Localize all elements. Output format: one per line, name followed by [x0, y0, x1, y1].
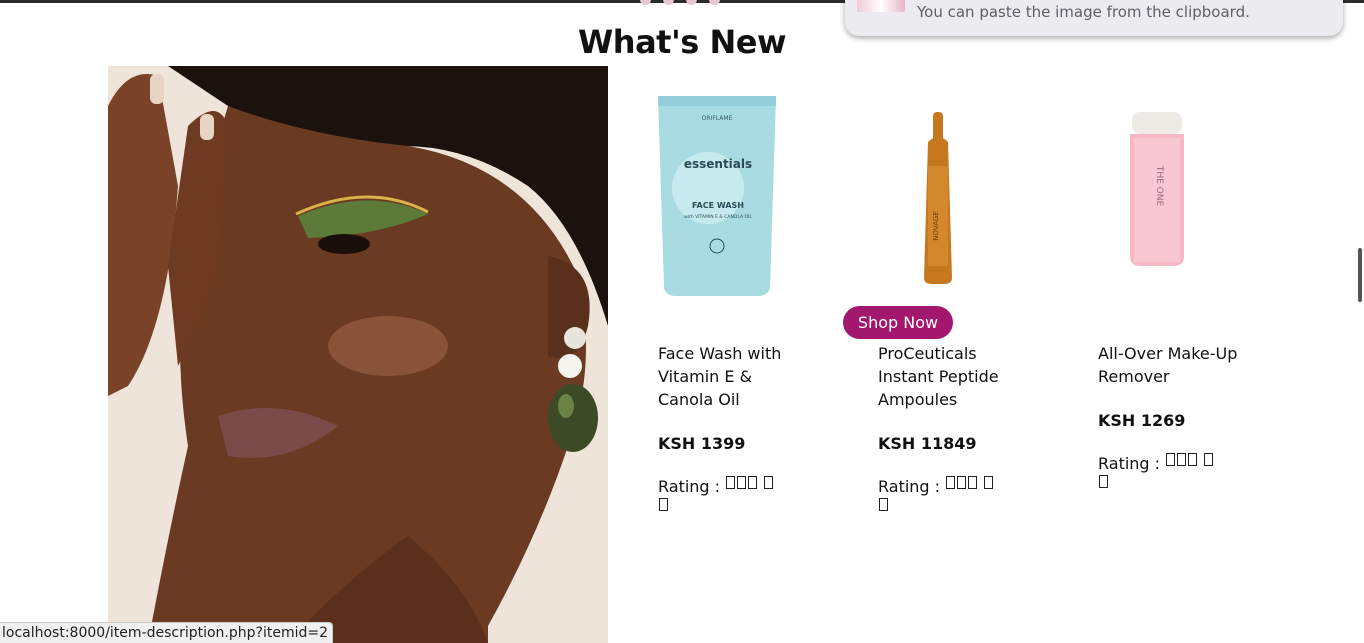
- product-image-face-wash[interactable]: ORIFLAME essentials FACE WASH with VITAM…: [658, 96, 818, 296]
- star-icon: [957, 476, 967, 489]
- star-icon: [1177, 453, 1187, 466]
- shop-now-button[interactable]: Shop Now: [843, 306, 953, 339]
- product-price: KSH 1399: [658, 434, 746, 453]
- star-icon: [968, 476, 978, 489]
- bottle-brand-text: THE ONE: [1154, 165, 1164, 207]
- tube-product-text: FACE WASH: [692, 201, 744, 210]
- star-icon: [946, 476, 956, 489]
- star-icon: [659, 498, 668, 511]
- rating-label: Rating :: [1098, 454, 1161, 473]
- product-price: KSH 1269: [1098, 411, 1186, 430]
- clipboard-thumbnail-icon: [857, 0, 905, 12]
- star-icon: [737, 476, 747, 489]
- product-card[interactable]: THE ONE All-Over Make-Up Remover KSH 126…: [1098, 96, 1258, 497]
- star-icon: [1188, 453, 1198, 466]
- star-icon: [1204, 453, 1214, 466]
- product-name[interactable]: Face Wash with Vitamin E & Canola Oil: [658, 342, 798, 411]
- status-bar-url: localhost:8000/item-description.php?item…: [0, 622, 333, 643]
- product-rating: Rating :: [1098, 453, 1218, 497]
- ampoule-brand-text: NOVAGE: [932, 211, 940, 240]
- tube-line-text: essentials: [684, 157, 752, 171]
- rating-label: Rating :: [878, 477, 941, 496]
- product-name[interactable]: All-Over Make-Up Remover: [1098, 342, 1238, 388]
- rating-label: Rating :: [658, 477, 721, 496]
- tube-sub-text: with VITAMIN E & CANOLA OIL: [684, 214, 752, 220]
- hero-model-image: [108, 66, 608, 643]
- star-icon: [764, 476, 774, 489]
- star-icon: [879, 498, 888, 511]
- carousel-dots[interactable]: [640, 0, 720, 5]
- carousel-dot[interactable]: [686, 0, 697, 5]
- product-image-makeup-remover[interactable]: THE ONE: [1098, 96, 1258, 296]
- star-icon: [984, 476, 994, 489]
- product-rating: Rating :: [658, 476, 778, 520]
- paste-image-popup[interactable]: You can paste the image from the clipboa…: [845, 0, 1343, 36]
- carousel-dot[interactable]: [640, 0, 651, 5]
- tube-brand-text: ORIFLAME: [702, 115, 733, 122]
- carousel-dot[interactable]: [709, 0, 720, 5]
- product-name[interactable]: ProCeuticals Instant Peptide Ampoules: [878, 342, 1018, 411]
- star-icon: [1166, 453, 1176, 466]
- product-card[interactable]: ORIFLAME essentials FACE WASH with VITAM…: [658, 96, 818, 520]
- star-icon: [726, 476, 736, 489]
- page-scrollbar[interactable]: [1358, 248, 1362, 302]
- carousel-dot[interactable]: [663, 0, 674, 5]
- star-icon: [748, 476, 758, 489]
- paste-hint-text: You can paste the image from the clipboa…: [917, 3, 1250, 21]
- product-price: KSH 11849: [878, 434, 977, 453]
- product-rating: Rating :: [878, 476, 998, 520]
- product-image-ampoule[interactable]: NOVAGE: [878, 96, 1038, 296]
- star-icon: [1099, 475, 1108, 488]
